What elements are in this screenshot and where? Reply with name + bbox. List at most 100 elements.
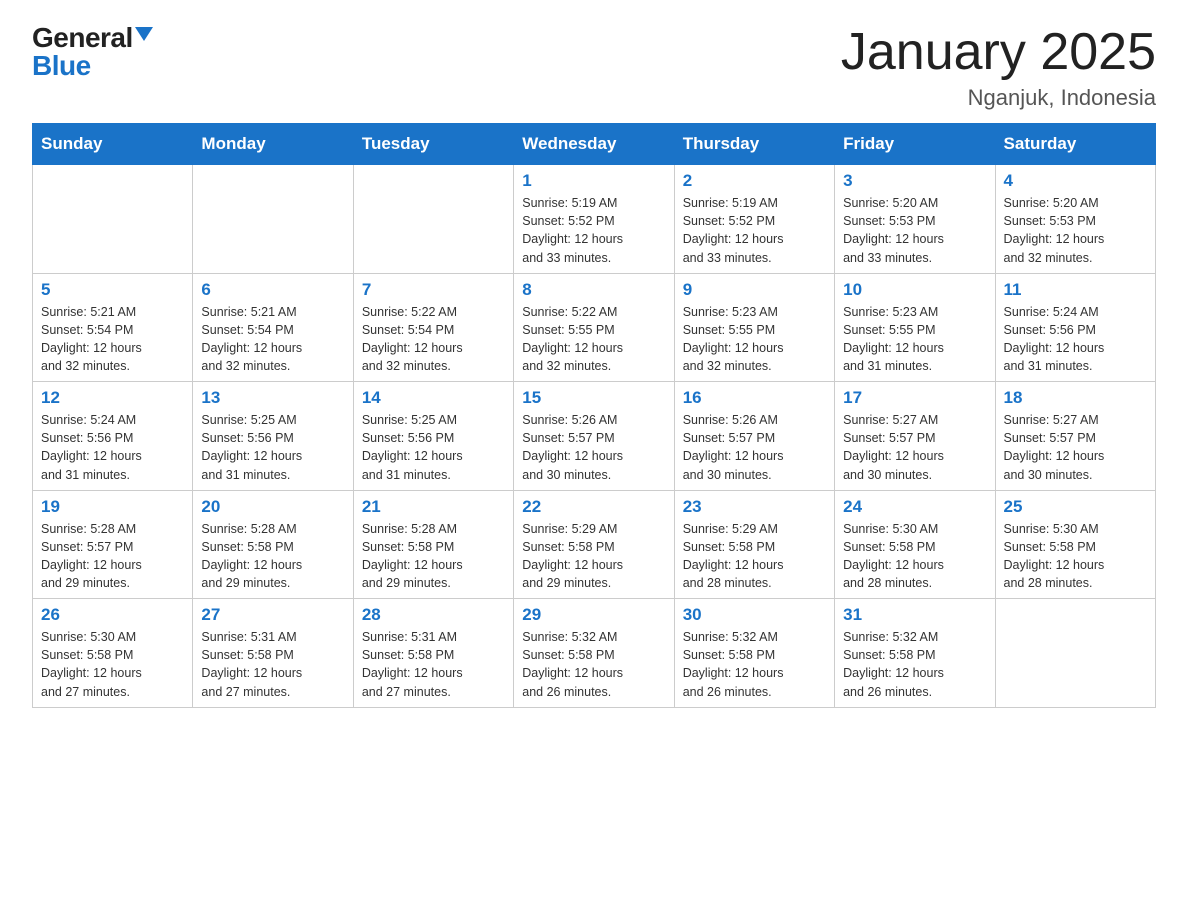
table-row: 23 Sunrise: 5:29 AM Sunset: 5:58 PM Dayli… [674, 490, 834, 599]
table-row: 22 Sunrise: 5:29 AM Sunset: 5:58 PM Dayli… [514, 490, 674, 599]
week-row-4: 19 Sunrise: 5:28 AM Sunset: 5:57 PM Dayli… [33, 490, 1156, 599]
day-number: 20 [201, 497, 344, 517]
table-row: 29 Sunrise: 5:32 AM Sunset: 5:58 PM Dayli… [514, 599, 674, 708]
table-row: 24 Sunrise: 5:30 AM Sunset: 5:58 PM Dayli… [835, 490, 995, 599]
table-row: 3 Sunrise: 5:20 AM Sunset: 5:53 PM Daylig… [835, 165, 995, 274]
day-number: 17 [843, 388, 986, 408]
day-info: Sunrise: 5:25 AM Sunset: 5:56 PM Dayligh… [362, 411, 505, 484]
day-info: Sunrise: 5:23 AM Sunset: 5:55 PM Dayligh… [843, 303, 986, 376]
day-info: Sunrise: 5:21 AM Sunset: 5:54 PM Dayligh… [41, 303, 184, 376]
title-block: January 2025 Nganjuk, Indonesia [841, 24, 1156, 111]
week-row-5: 26 Sunrise: 5:30 AM Sunset: 5:58 PM Dayli… [33, 599, 1156, 708]
day-info: Sunrise: 5:29 AM Sunset: 5:58 PM Dayligh… [522, 520, 665, 593]
day-info: Sunrise: 5:32 AM Sunset: 5:58 PM Dayligh… [843, 628, 986, 701]
table-row: 27Sunrise: 5:31 AM Sunset: 5:58 PM Dayli… [193, 599, 353, 708]
day-number: 7 [362, 280, 505, 300]
day-info: Sunrise: 5:25 AM Sunset: 5:56 PM Dayligh… [201, 411, 344, 484]
calendar-table: SundayMondayTuesdayWednesdayThursdayFrid… [32, 123, 1156, 708]
day-number: 22 [522, 497, 665, 517]
day-info: Sunrise: 5:32 AM Sunset: 5:58 PM Dayligh… [522, 628, 665, 701]
table-row: 14 Sunrise: 5:25 AM Sunset: 5:56 PM Dayli… [353, 382, 513, 491]
weekday-header-tuesday: Tuesday [353, 124, 513, 165]
weekday-header-sunday: Sunday [33, 124, 193, 165]
day-number: 26 [41, 605, 184, 625]
day-info: Sunrise: 5:28 AM Sunset: 5:58 PM Dayligh… [362, 520, 505, 593]
day-info: Sunrise: 5:28 AM Sunset: 5:57 PM Dayligh… [41, 520, 184, 593]
day-info: Sunrise: 5:30 AM Sunset: 5:58 PM Dayligh… [1004, 520, 1147, 593]
table-row: 28Sunrise: 5:31 AM Sunset: 5:58 PM Dayli… [353, 599, 513, 708]
weekday-header-wednesday: Wednesday [514, 124, 674, 165]
day-info: Sunrise: 5:31 AM Sunset: 5:58 PM Dayligh… [201, 628, 344, 701]
table-row: 20Sunrise: 5:28 AM Sunset: 5:58 PM Dayli… [193, 490, 353, 599]
day-number: 19 [41, 497, 184, 517]
day-info: Sunrise: 5:29 AM Sunset: 5:58 PM Dayligh… [683, 520, 826, 593]
day-info: Sunrise: 5:30 AM Sunset: 5:58 PM Dayligh… [41, 628, 184, 701]
day-number: 2 [683, 171, 826, 191]
table-row: 31Sunrise: 5:32 AM Sunset: 5:58 PM Dayli… [835, 599, 995, 708]
day-number: 3 [843, 171, 986, 191]
day-number: 30 [683, 605, 826, 625]
weekday-header-row: SundayMondayTuesdayWednesdayThursdayFrid… [33, 124, 1156, 165]
week-row-2: 5Sunrise: 5:21 AM Sunset: 5:54 PM Daylig… [33, 273, 1156, 382]
table-row [193, 165, 353, 274]
weekday-header-monday: Monday [193, 124, 353, 165]
day-info: Sunrise: 5:27 AM Sunset: 5:57 PM Dayligh… [843, 411, 986, 484]
calendar-body: 1 Sunrise: 5:19 AM Sunset: 5:52 PM Daylig… [33, 165, 1156, 708]
day-number: 15 [522, 388, 665, 408]
day-info: Sunrise: 5:30 AM Sunset: 5:58 PM Dayligh… [843, 520, 986, 593]
day-info: Sunrise: 5:27 AM Sunset: 5:57 PM Dayligh… [1004, 411, 1147, 484]
day-number: 9 [683, 280, 826, 300]
day-info: Sunrise: 5:19 AM Sunset: 5:52 PM Dayligh… [683, 194, 826, 267]
table-row: 25Sunrise: 5:30 AM Sunset: 5:58 PM Dayli… [995, 490, 1155, 599]
table-row: 7 Sunrise: 5:22 AM Sunset: 5:54 PM Daylig… [353, 273, 513, 382]
table-row: 8Sunrise: 5:22 AM Sunset: 5:55 PM Daylig… [514, 273, 674, 382]
logo-blue-text: Blue [32, 50, 91, 81]
day-number: 13 [201, 388, 344, 408]
day-number: 16 [683, 388, 826, 408]
day-info: Sunrise: 5:21 AM Sunset: 5:54 PM Dayligh… [201, 303, 344, 376]
table-row: 6Sunrise: 5:21 AM Sunset: 5:54 PM Daylig… [193, 273, 353, 382]
table-row: 1Sunrise: 5:19 AM Sunset: 5:52 PM Daylig… [514, 165, 674, 274]
logo-triangle-icon [135, 27, 153, 41]
day-info: Sunrise: 5:20 AM Sunset: 5:53 PM Dayligh… [1004, 194, 1147, 267]
page-title: January 2025 [841, 24, 1156, 81]
table-row: 12Sunrise: 5:24 AM Sunset: 5:56 PM Dayli… [33, 382, 193, 491]
table-row: 19 Sunrise: 5:28 AM Sunset: 5:57 PM Dayli… [33, 490, 193, 599]
table-row [33, 165, 193, 274]
logo: General Blue [32, 24, 153, 80]
table-row: 10Sunrise: 5:23 AM Sunset: 5:55 PM Dayli… [835, 273, 995, 382]
table-row: 30 Sunrise: 5:32 AM Sunset: 5:58 PM Dayli… [674, 599, 834, 708]
weekday-header-thursday: Thursday [674, 124, 834, 165]
table-row: 15 Sunrise: 5:26 AM Sunset: 5:57 PM Dayli… [514, 382, 674, 491]
table-row [353, 165, 513, 274]
day-info: Sunrise: 5:20 AM Sunset: 5:53 PM Dayligh… [843, 194, 986, 267]
table-row: 13 Sunrise: 5:25 AM Sunset: 5:56 PM Dayli… [193, 382, 353, 491]
day-info: Sunrise: 5:26 AM Sunset: 5:57 PM Dayligh… [522, 411, 665, 484]
logo-general-text: General [32, 24, 133, 52]
calendar-header: SundayMondayTuesdayWednesdayThursdayFrid… [33, 124, 1156, 165]
day-number: 14 [362, 388, 505, 408]
table-row: 11Sunrise: 5:24 AM Sunset: 5:56 PM Dayli… [995, 273, 1155, 382]
table-row: 4Sunrise: 5:20 AM Sunset: 5:53 PM Daylig… [995, 165, 1155, 274]
day-number: 23 [683, 497, 826, 517]
day-info: Sunrise: 5:32 AM Sunset: 5:58 PM Dayligh… [683, 628, 826, 701]
day-number: 21 [362, 497, 505, 517]
day-number: 18 [1004, 388, 1147, 408]
table-row: 21 Sunrise: 5:28 AM Sunset: 5:58 PM Dayli… [353, 490, 513, 599]
table-row: 18 Sunrise: 5:27 AM Sunset: 5:57 PM Dayli… [995, 382, 1155, 491]
day-info: Sunrise: 5:26 AM Sunset: 5:57 PM Dayligh… [683, 411, 826, 484]
day-number: 12 [41, 388, 184, 408]
table-row: 5Sunrise: 5:21 AM Sunset: 5:54 PM Daylig… [33, 273, 193, 382]
day-number: 24 [843, 497, 986, 517]
day-number: 8 [522, 280, 665, 300]
day-number: 1 [522, 171, 665, 191]
day-info: Sunrise: 5:23 AM Sunset: 5:55 PM Dayligh… [683, 303, 826, 376]
day-info: Sunrise: 5:24 AM Sunset: 5:56 PM Dayligh… [1004, 303, 1147, 376]
weekday-header-saturday: Saturday [995, 124, 1155, 165]
table-row [995, 599, 1155, 708]
day-info: Sunrise: 5:22 AM Sunset: 5:54 PM Dayligh… [362, 303, 505, 376]
table-row: 26 Sunrise: 5:30 AM Sunset: 5:58 PM Dayli… [33, 599, 193, 708]
week-row-3: 12Sunrise: 5:24 AM Sunset: 5:56 PM Dayli… [33, 382, 1156, 491]
day-number: 29 [522, 605, 665, 625]
day-info: Sunrise: 5:31 AM Sunset: 5:58 PM Dayligh… [362, 628, 505, 701]
